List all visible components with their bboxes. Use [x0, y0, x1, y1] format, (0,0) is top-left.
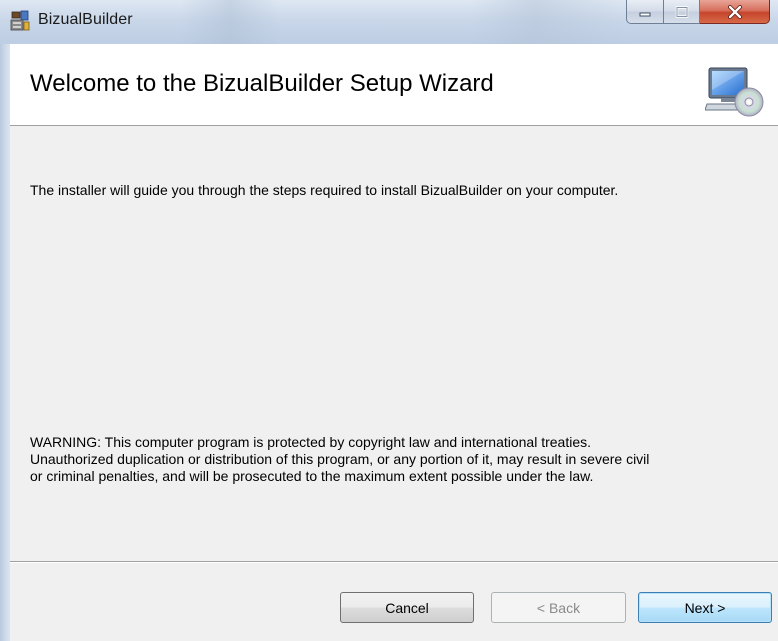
window-frame-left	[0, 44, 10, 641]
next-button[interactable]: Next >	[638, 592, 772, 623]
window-title: BizualBuilder	[38, 11, 133, 28]
wizard-content: Welcome to the BizualBuilder Setup Wizar…	[10, 44, 778, 641]
back-button[interactable]: < Back	[491, 592, 626, 623]
page-title: Welcome to the BizualBuilder Setup Wizar…	[30, 70, 494, 97]
minimize-button[interactable]	[626, 0, 664, 24]
copyright-warning: WARNING: This computer program is protec…	[30, 434, 770, 485]
warning-line: WARNING: This computer program is protec…	[30, 434, 592, 450]
wizard-header: Welcome to the BizualBuilder Setup Wizar…	[10, 44, 778, 126]
warning-line: Unauthorized duplication or distribution…	[30, 451, 650, 467]
cancel-button[interactable]: Cancel	[340, 592, 474, 623]
close-button[interactable]	[700, 0, 770, 24]
title-bar[interactable]: BizualBuilder	[0, 0, 778, 44]
close-icon	[727, 4, 742, 19]
maximize-icon	[675, 5, 688, 18]
caption-buttons	[626, 0, 770, 24]
minimize-icon	[639, 12, 651, 16]
footer-divider	[10, 561, 778, 563]
installer-app-icon[interactable]	[10, 10, 30, 32]
maximize-button[interactable]	[664, 0, 700, 24]
warning-line: or criminal penalties, and will be prose…	[30, 468, 594, 484]
setup-wizard-window: BizualBuilder Welcome to the BizualBuild…	[0, 0, 778, 641]
computer-cd-icon	[705, 67, 764, 117]
intro-text: The installer will guide you through the…	[30, 182, 619, 198]
